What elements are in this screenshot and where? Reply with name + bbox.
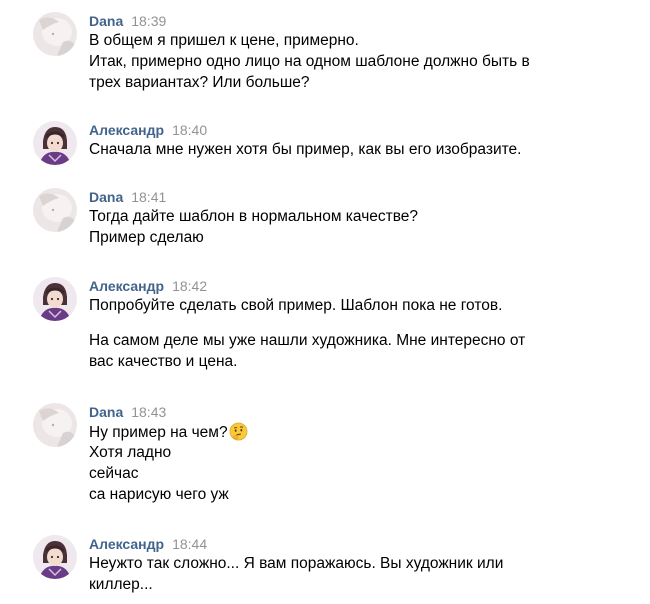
message-line: са нарисую чего уж [89,486,229,503]
message-author[interactable]: Dana 18:39 [89,12,166,30]
message-line: трех вариантах? Или больше? [89,74,310,91]
message-line: На самом деле мы уже нашли художника. Мн… [89,332,526,349]
message-line: Пример сделаю [89,229,204,246]
aleksandr-avatar[interactable] [33,535,77,579]
message-author[interactable]: Александр 18:44 [89,535,207,553]
message-time: 18:44 [172,536,208,552]
author-name[interactable]: Александр [89,122,164,138]
author-name[interactable]: Александр [89,278,164,294]
message-line: В общем я пришел к цене, примерно. [89,32,359,49]
message-time: 18:40 [172,122,208,138]
message-author[interactable]: Dana 18:41 [89,188,166,206]
message-time: 18:43 [131,404,167,420]
author-name[interactable]: Александр [89,536,164,552]
aleksandr-avatar[interactable] [33,277,77,321]
message-line: вас качество и цена. [89,353,238,370]
author-name[interactable]: Dana [89,13,123,29]
message-line: Хотя ладно [89,444,172,461]
message-author[interactable]: Александр 18:42 [89,277,207,295]
message-time: 18:41 [131,189,167,205]
message-author[interactable]: Dana 18:43 [89,403,166,421]
message-line: Сначала мне нужен хотя бы пример, как вы… [89,141,522,158]
dana-avatar[interactable] [33,403,77,447]
message-line: Ну пример на чем? [89,422,248,443]
message-line: киллер... [89,576,153,593]
message-line: Попробуйте сделать свой пример. Шаблон п… [89,297,503,314]
author-name[interactable]: Dana [89,189,123,205]
dana-avatar[interactable] [33,188,77,232]
message-time: 18:39 [131,13,167,29]
message-time: 18:42 [172,278,208,294]
message-line-text: Ну пример на чем? [89,424,228,441]
message-line: Итак, примерно одно лицо на одном шаблон… [89,53,530,70]
message-line: Тогда дайте шаблон в нормальном качестве… [89,208,419,225]
dana-avatar[interactable] [33,12,77,56]
author-name[interactable]: Dana [89,404,123,420]
message-line: сейчас [89,465,139,482]
message-author[interactable]: Александр 18:40 [89,121,207,139]
thinking-face-emoji [229,422,248,441]
aleksandr-avatar[interactable] [33,121,77,165]
message-line: Неужто так сложно... Я вам поражаюсь. Вы… [89,555,504,572]
